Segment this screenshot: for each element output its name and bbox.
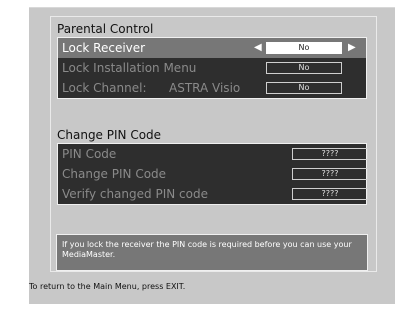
lock-receiver-label: Lock Receiver xyxy=(62,41,146,55)
left-arrow-icon[interactable]: ◀ xyxy=(254,42,262,54)
change-pin-title: Change PIN Code xyxy=(57,128,162,142)
lock-installation-menu-value[interactable]: No xyxy=(266,62,342,74)
pin-code-row[interactable]: PIN Code ???? xyxy=(58,144,368,164)
verify-pin-code-label: Verify changed PIN code xyxy=(62,187,208,201)
lock-receiver-value[interactable]: No xyxy=(266,42,342,54)
info-message: If you lock the receiver the PIN code is… xyxy=(62,240,352,259)
change-pin-code-field[interactable]: ???? xyxy=(292,168,368,180)
pin-code-field[interactable]: ???? xyxy=(292,148,368,160)
lock-channel-value[interactable]: No xyxy=(266,82,342,94)
lock-channel-row[interactable]: Lock Channel: ASTRA Visio No xyxy=(58,78,366,98)
lock-channel-name: ASTRA Visio xyxy=(169,81,241,95)
lock-installation-menu-row[interactable]: Lock Installation Menu No xyxy=(58,58,366,78)
change-pin-code-row[interactable]: Change PIN Code ???? xyxy=(58,164,368,184)
verify-pin-code-field[interactable]: ???? xyxy=(292,188,368,200)
lock-receiver-row[interactable]: Lock Receiver ◀ No ▶ xyxy=(58,38,366,58)
parental-control-title: Parental Control xyxy=(57,22,154,36)
exit-hint: To return to the Main Menu, press EXIT. xyxy=(29,282,186,291)
info-message-box: If you lock the receiver the PIN code is… xyxy=(56,234,368,271)
tv-menu-screen: Parental Control Lock Receiver ◀ No ▶ Lo… xyxy=(29,7,395,304)
parental-control-block: Lock Receiver ◀ No ▶ Lock Installation M… xyxy=(57,37,367,99)
lock-installation-menu-label: Lock Installation Menu xyxy=(62,61,197,75)
pin-code-label: PIN Code xyxy=(62,147,117,161)
right-arrow-icon[interactable]: ▶ xyxy=(348,42,356,54)
lock-channel-label: Lock Channel: xyxy=(62,81,147,95)
change-pin-code-label: Change PIN Code xyxy=(62,167,167,181)
verify-pin-code-row[interactable]: Verify changed PIN code ???? xyxy=(58,184,368,204)
change-pin-block: PIN Code ???? Change PIN Code ???? Verif… xyxy=(57,143,368,205)
